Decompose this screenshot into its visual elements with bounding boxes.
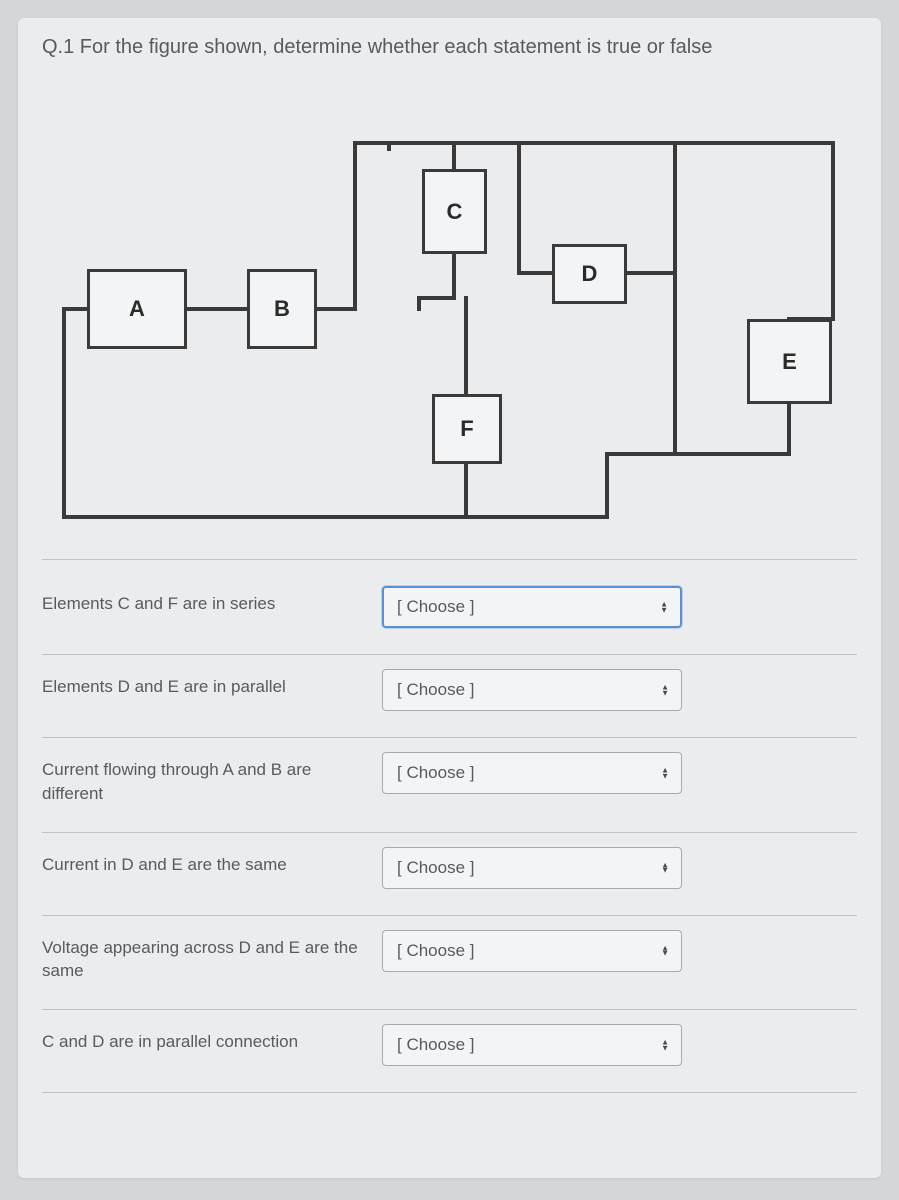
question-card: Q.1 For the figure shown, determine whet… (18, 18, 881, 1178)
circuit-element-a: A (87, 269, 187, 349)
wire (464, 464, 468, 519)
dropdown-value: [ Choose ] (397, 1035, 475, 1055)
label-b: B (274, 296, 290, 322)
wire (187, 307, 247, 311)
choose-dropdown[interactable]: [ Choose ] (382, 847, 682, 889)
label-a: A (129, 296, 145, 322)
dropdown-value: [ Choose ] (397, 680, 475, 700)
choose-dropdown[interactable]: [ Choose ] (382, 752, 682, 794)
chevron-updown-icon (661, 945, 669, 956)
wire (517, 271, 555, 275)
dropdown-wrap: [ Choose ] (382, 669, 682, 711)
dropdown-wrap: [ Choose ] (382, 752, 682, 794)
chevron-updown-icon (660, 601, 668, 612)
wire (627, 271, 677, 275)
statement-text: Elements D and E are in parallel (42, 669, 382, 699)
circuit-element-c: C (422, 169, 487, 254)
chevron-updown-icon (661, 862, 669, 873)
question-title: Q.1 For the figure shown, determine whet… (42, 36, 857, 59)
circuit-element-b: B (247, 269, 317, 349)
question-row: Current flowing through A and B are diff… (42, 738, 857, 833)
wire (517, 141, 521, 274)
circuit-diagram: A B C D E F (42, 99, 857, 559)
wire (605, 452, 609, 519)
statement-text: C and D are in parallel connection (42, 1024, 382, 1054)
wire (452, 254, 456, 299)
dropdown-value: [ Choose ] (397, 763, 475, 783)
label-d: D (582, 261, 598, 287)
wire (387, 141, 391, 151)
dropdown-value: [ Choose ] (397, 941, 475, 961)
wire (317, 307, 357, 311)
chevron-updown-icon (661, 767, 669, 778)
statement-text: Voltage appearing across D and E are the… (42, 930, 382, 984)
circuit-element-e: E (747, 319, 832, 404)
dropdown-wrap: [ Choose ] (382, 930, 682, 972)
question-row: C and D are in parallel connection [ Choo… (42, 1010, 857, 1093)
choose-dropdown[interactable]: [ Choose ] (382, 1024, 682, 1066)
wire (452, 141, 456, 171)
wire (62, 515, 609, 519)
dropdown-wrap: [ Choose ] (382, 847, 682, 889)
wire (353, 141, 835, 145)
wire (673, 141, 677, 456)
wire (605, 452, 677, 456)
chevron-updown-icon (661, 1040, 669, 1051)
dropdown-value: [ Choose ] (397, 858, 475, 878)
label-e: E (782, 349, 797, 375)
choose-dropdown[interactable]: [ Choose ] (382, 930, 682, 972)
wire (62, 307, 66, 519)
dropdown-wrap: [ Choose ] (382, 1024, 682, 1066)
wire (464, 296, 468, 396)
circuit-element-d: D (552, 244, 627, 304)
label-f: F (460, 416, 473, 442)
label-c: C (447, 199, 463, 225)
wire (831, 141, 835, 321)
chevron-updown-icon (661, 684, 669, 695)
statement-text: Current in D and E are the same (42, 847, 382, 877)
question-row: Elements C and F are in series [ Choose ] (42, 559, 857, 655)
choose-dropdown[interactable]: [ Choose ] (382, 669, 682, 711)
choose-dropdown[interactable]: [ Choose ] (382, 586, 682, 628)
wire (787, 404, 791, 454)
question-row: Elements D and E are in parallel [ Choose… (42, 655, 857, 738)
question-row: Voltage appearing across D and E are the… (42, 916, 857, 1011)
dropdown-value: [ Choose ] (397, 597, 475, 617)
statement-text: Elements C and F are in series (42, 586, 382, 616)
dropdown-wrap: [ Choose ] (382, 586, 682, 628)
wire (62, 307, 90, 311)
wire (417, 296, 421, 311)
question-row: Current in D and E are the same [ Choose … (42, 833, 857, 916)
wire (787, 317, 835, 321)
circuit-element-f: F (432, 394, 502, 464)
wire (353, 141, 357, 311)
question-list: Elements C and F are in series [ Choose ]… (42, 559, 857, 1093)
wire (787, 317, 791, 321)
statement-text: Current flowing through A and B are diff… (42, 752, 382, 806)
wire (673, 452, 791, 456)
wire (417, 296, 456, 300)
